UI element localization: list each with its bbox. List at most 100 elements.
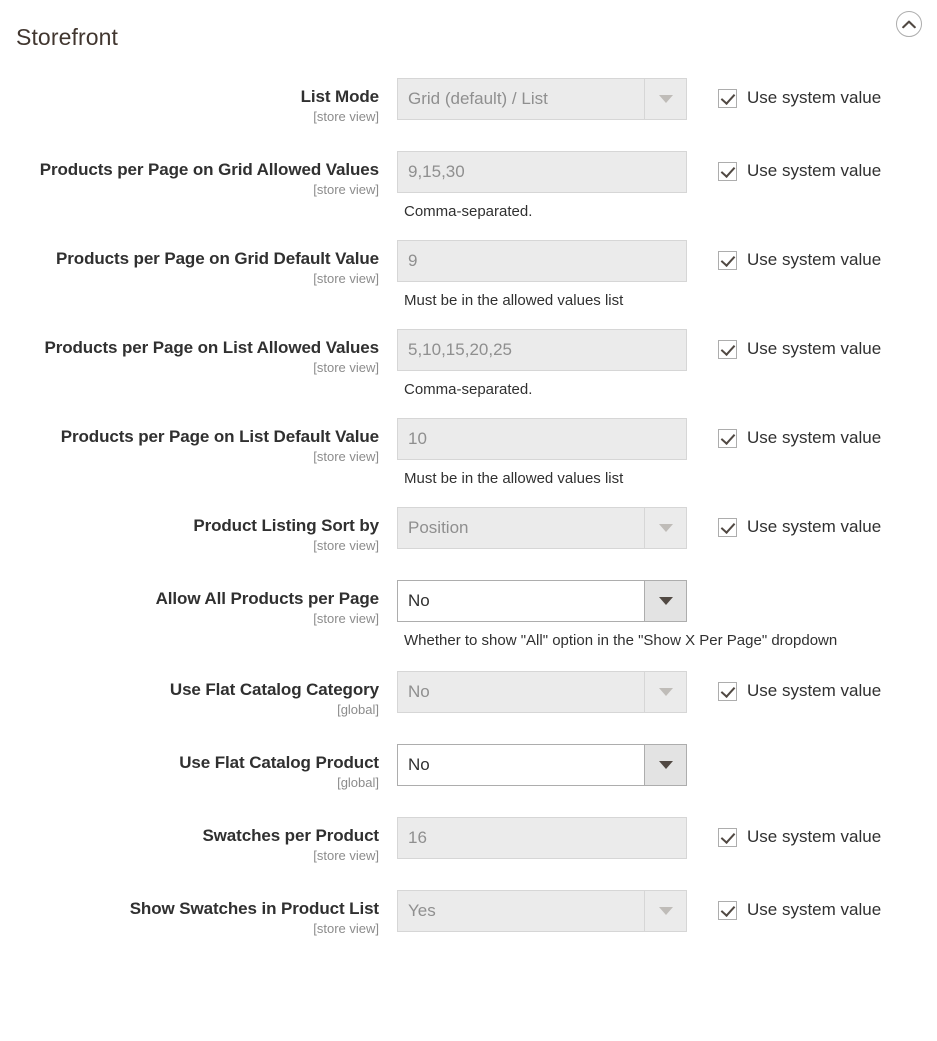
arrow-glyph — [658, 761, 673, 769]
field-row: Show Swatches in Product List [store view… — [0, 890, 937, 937]
field-label-group: Swatches per Product [store view] — [0, 817, 379, 864]
use-system-value-label[interactable]: Use system value — [747, 249, 881, 270]
use-system-value-checkbox[interactable] — [718, 901, 737, 920]
use-system-value-label[interactable]: Use system value — [747, 338, 881, 359]
use-system-value-label[interactable]: Use system value — [747, 87, 881, 108]
select-value: No — [408, 755, 430, 774]
use-system-value-label[interactable]: Use system value — [747, 160, 881, 181]
field-hint: Comma-separated. — [404, 381, 533, 398]
field-hint: Must be in the allowed values list — [404, 292, 624, 309]
field-control-group: 5,10,15,20,25 Comma-separated. — [379, 329, 709, 400]
use-system-value-checkbox[interactable] — [718, 518, 737, 537]
select-6[interactable]: No — [397, 580, 687, 622]
field-row: Swatches per Product [store view] 16 Use sy… — [0, 817, 937, 864]
use-system-value-checkbox[interactable] — [718, 682, 737, 701]
field-row: Products per Page on List Allowed Values… — [0, 329, 937, 400]
field-control-group: Yes — [379, 890, 709, 932]
field-label: Use Flat Catalog Product — [179, 753, 379, 772]
chevron-down-icon — [644, 672, 686, 712]
use-system-value-group — [709, 580, 929, 589]
use-system-value-label[interactable]: Use system value — [747, 516, 881, 537]
select-value: Position — [408, 518, 469, 537]
select-value: Yes — [408, 901, 436, 920]
field-scope-note: [store view] — [313, 109, 379, 124]
select-0: Grid (default) / List — [397, 78, 687, 120]
arrow-glyph — [658, 524, 673, 532]
use-system-value-group: Use system value — [709, 240, 929, 270]
use-system-value-label[interactable]: Use system value — [747, 680, 881, 701]
field-label-group: Allow All Products per Page [store view] — [0, 580, 379, 627]
field-label-group: Products per Page on List Default Value [… — [0, 418, 379, 465]
select-7: No — [397, 671, 687, 713]
select-8[interactable]: No — [397, 744, 687, 786]
select-value: No — [408, 682, 430, 701]
field-scope-note: [store view] — [313, 538, 379, 553]
use-system-value-checkbox[interactable] — [718, 340, 737, 359]
settings-form: List Mode [store view] Grid (default) / Li… — [0, 78, 937, 937]
arrow-glyph — [658, 597, 673, 605]
field-scope-note: [store view] — [313, 449, 379, 464]
field-label-group: Products per Page on Grid Allowed Values… — [0, 151, 379, 198]
use-system-value-group: Use system value — [709, 890, 929, 920]
use-system-value-group: Use system value — [709, 151, 929, 181]
field-label: Swatches per Product — [202, 826, 379, 845]
text-input-4: 10 — [397, 418, 687, 460]
use-system-value-group: Use system value — [709, 329, 929, 359]
use-system-value-checkbox[interactable] — [718, 828, 737, 847]
field-hint: Whether to show "All" option in the "Sho… — [404, 632, 838, 649]
field-control-group: 16 — [379, 817, 709, 859]
use-system-value-label[interactable]: Use system value — [747, 899, 881, 920]
chevron-down-icon — [644, 79, 686, 119]
field-row: Allow All Products per Page [store view] N… — [0, 580, 937, 651]
text-input-2: 9 — [397, 240, 687, 282]
section-header: Storefront — [0, 0, 937, 78]
field-control-group: 9,15,30 Comma-separated. — [379, 151, 709, 222]
field-scope-note: [store view] — [313, 360, 379, 375]
field-label-group: Product Listing Sort by [store view] — [0, 507, 379, 554]
use-system-value-checkbox[interactable] — [718, 429, 737, 448]
field-label-group: List Mode [store view] — [0, 78, 380, 125]
use-system-value-group: Use system value — [709, 78, 929, 108]
field-scope-note: [global] — [337, 702, 379, 717]
text-input-3: 5,10,15,20,25 — [397, 329, 687, 371]
field-label: List Mode — [300, 87, 380, 106]
use-system-value-label[interactable]: Use system value — [747, 826, 881, 847]
field-control-group: 9 Must be in the allowed values list — [379, 240, 709, 311]
use-system-value-checkbox[interactable] — [718, 89, 737, 108]
field-label: Products per Page on Grid Default Value — [56, 249, 379, 268]
field-label: Products per Page on List Default Value — [60, 427, 379, 446]
page-title: Storefront — [16, 24, 118, 50]
field-label-group: Use Flat Catalog Category [global] — [0, 671, 379, 718]
chevron-down-icon[interactable] — [644, 581, 686, 621]
field-label: Products per Page on List Allowed Values — [44, 338, 379, 357]
select-10: Yes — [397, 890, 687, 932]
arrow-glyph — [658, 688, 673, 696]
use-system-value-checkbox[interactable] — [718, 251, 737, 270]
use-system-value-label[interactable]: Use system value — [747, 427, 881, 448]
field-label: Use Flat Catalog Category — [169, 680, 379, 699]
field-hint: Comma-separated. — [404, 203, 533, 220]
use-system-value-group: Use system value — [709, 817, 929, 847]
field-control-group: No — [379, 671, 709, 713]
arrow-glyph — [658, 95, 673, 103]
use-system-value-group — [709, 744, 929, 753]
field-scope-note: [store view] — [313, 182, 379, 197]
field-row: Products per Page on List Default Value [… — [0, 418, 937, 489]
field-scope-note: [global] — [337, 775, 379, 790]
field-scope-note: [store view] — [313, 848, 379, 863]
field-hint: Must be in the allowed values list — [404, 470, 624, 487]
use-system-value-group: Use system value — [709, 507, 929, 537]
field-label-group: Use Flat Catalog Product [global] — [0, 744, 379, 791]
text-input-9: 16 — [397, 817, 687, 859]
text-input-1: 9,15,30 — [397, 151, 687, 193]
field-label: Show Swatches in Product List — [129, 899, 379, 918]
chevron-down-icon — [644, 891, 686, 931]
field-scope-note: [store view] — [313, 611, 379, 626]
field-scope-note: [store view] — [313, 271, 379, 286]
arrow-glyph — [658, 907, 673, 915]
use-system-value-checkbox[interactable] — [718, 162, 737, 181]
chevron-up-icon[interactable] — [896, 11, 922, 37]
select-value: Grid (default) / List — [408, 89, 548, 108]
field-control-group: No — [379, 744, 709, 786]
chevron-down-icon[interactable] — [644, 745, 686, 785]
